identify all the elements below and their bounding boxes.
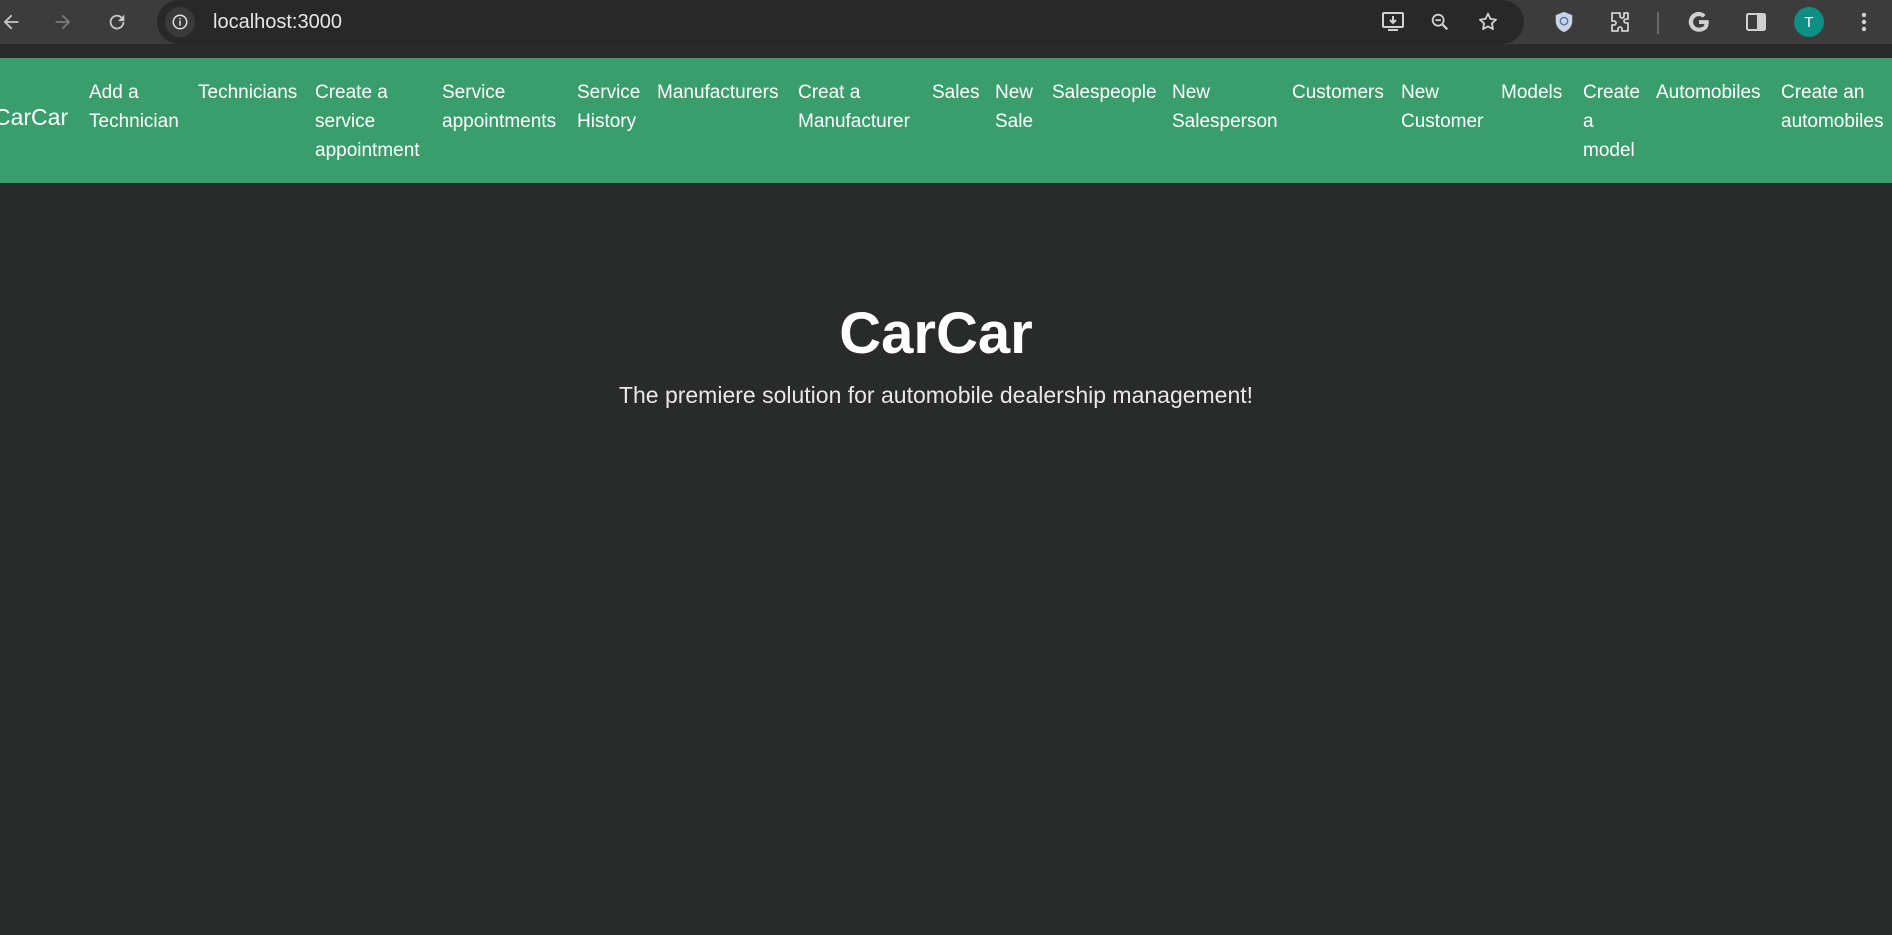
page-title: CarCar [839, 301, 1033, 366]
navbar-links: Add a Technician Technicians Create a se… [0, 0, 1892, 161]
nav-link-create-service-appointment[interactable]: Create a service appointment [315, 78, 433, 165]
nav-link-new-sale[interactable]: New Sale [995, 78, 1039, 136]
nav-link-service-history[interactable]: Service History [577, 78, 649, 136]
nav-link-add-technician[interactable]: Add a Technician [89, 78, 185, 136]
nav-link-models[interactable]: Models [1501, 78, 1575, 107]
nav-link-technicians[interactable]: Technicians [198, 78, 308, 107]
nav-link-sales[interactable]: Sales [932, 78, 982, 107]
nav-link-salespeople[interactable]: Salespeople [1052, 78, 1164, 107]
nav-link-create-manufacturer[interactable]: Creat a Manufacturer [798, 78, 920, 136]
nav-link-create-model[interactable]: Create a model [1583, 78, 1643, 165]
page-subtitle: The premiere solution for automobile dea… [618, 382, 1254, 408]
nav-link-new-customer[interactable]: New Customer [1401, 78, 1495, 136]
nav-link-new-salesperson[interactable]: New Salesperson [1172, 78, 1282, 136]
nav-link-automobiles[interactable]: Automobiles [1656, 78, 1774, 107]
nav-link-create-automobiles[interactable]: Create an automobiles [1781, 78, 1891, 136]
nav-link-service-appointments[interactable]: Service appointments [442, 78, 570, 136]
nav-link-customers[interactable]: Customers [1292, 78, 1392, 107]
nav-link-manufacturers[interactable]: Manufacturers [657, 78, 787, 107]
